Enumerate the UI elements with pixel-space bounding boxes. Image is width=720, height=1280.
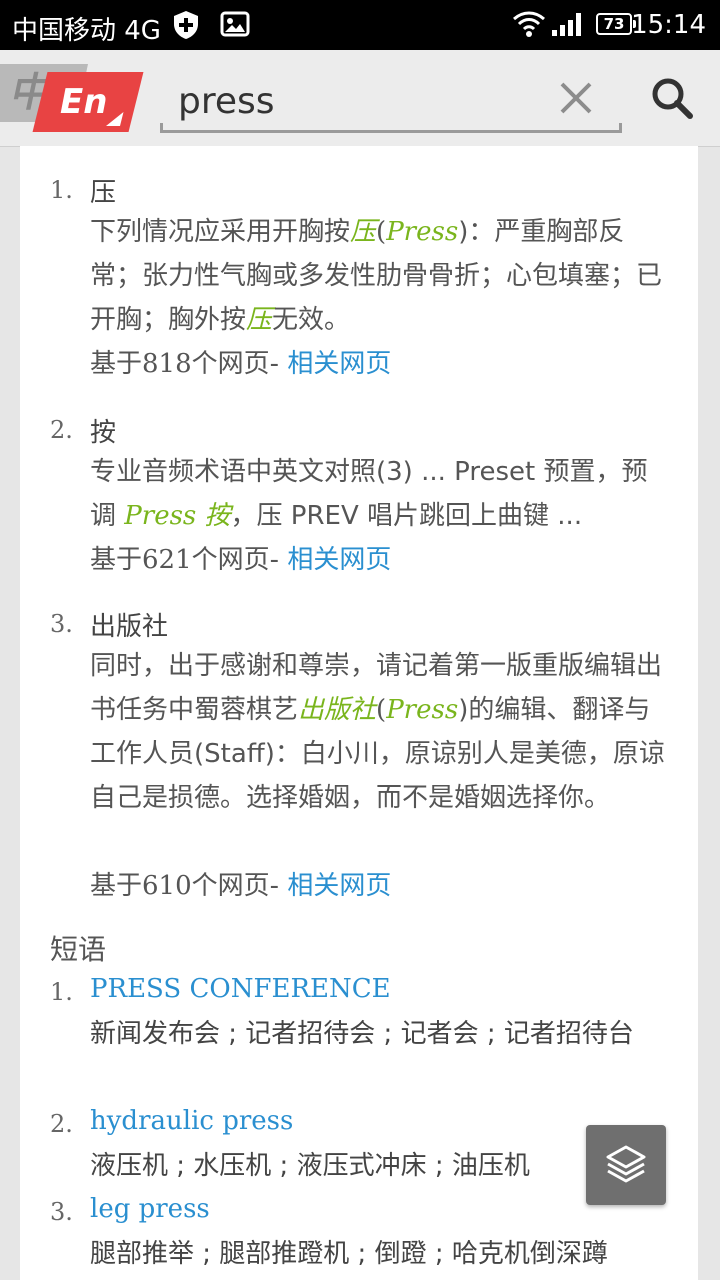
meta-suffix: 个网页- [191, 545, 280, 575]
search-box [160, 72, 622, 133]
meta-suffix: 个网页- [191, 349, 280, 379]
related-pages-link[interactable]: 相关网页 [287, 349, 391, 379]
meta-count: 621 [142, 545, 192, 575]
layers-icon [606, 1145, 646, 1183]
definition-number: 3. [50, 610, 73, 638]
phrase-number: 3. [50, 1198, 73, 1226]
source-meta: 基于818个网页- 相关网页 [90, 342, 670, 386]
example-highlight: Press 按 [124, 501, 231, 531]
phrase-link[interactable]: leg press [90, 1194, 210, 1224]
phrases-section-title: 短语 [50, 933, 107, 966]
related-pages-link[interactable]: 相关网页 [287, 545, 391, 575]
battery-indicator: 73 [596, 13, 636, 35]
example-text: 无效。 [272, 305, 351, 335]
meta-count: 818 [142, 349, 192, 379]
example-highlight: Press [386, 695, 459, 725]
definition-example: 同时，出于感谢和尊崇，请记着第一版重版编辑出书任务中蜀蓉棋艺出版社(Press)… [90, 644, 670, 820]
search-icon[interactable] [650, 76, 694, 120]
clock: 15:14 [631, 10, 706, 40]
lang-toggle-en[interactable]: En [32, 72, 144, 132]
status-bar: 中国移动 4G 73 15:14 [0, 0, 720, 50]
lang-toggle-en-label: En [60, 82, 108, 122]
carrier-label: 中国移动 4G [12, 16, 161, 46]
meta-prefix: 基于 [90, 545, 143, 575]
image-icon [220, 11, 250, 37]
layers-button[interactable] [586, 1125, 666, 1205]
example-text: ( [376, 217, 387, 247]
definition-head: 出版社 [90, 612, 169, 642]
shield-plus-icon [174, 11, 198, 39]
meta-prefix: 基于 [90, 871, 143, 901]
definition-head: 按 [90, 418, 117, 448]
example-highlight: Press [386, 217, 459, 247]
meta-count: 610 [142, 871, 192, 901]
definition-number: 1. [50, 176, 73, 204]
phrase-definition: 新闻发布会 ; 记者招待会 ; 记者会 ; 记者招待台 [90, 1019, 634, 1049]
phrase-link[interactable]: hydraulic press [90, 1106, 293, 1136]
example-text: 下列情况应采用开胸按 [90, 217, 351, 247]
phrase-number: 2. [50, 1110, 73, 1138]
example-highlight: 出版社 [298, 695, 377, 725]
meta-suffix: 个网页- [191, 871, 280, 901]
phrase-link[interactable]: PRESS CONFERENCE [90, 974, 391, 1004]
meta-prefix: 基于 [90, 349, 143, 379]
source-meta: 基于610个网页- 相关网页 [90, 864, 670, 908]
example-text: ( [376, 695, 387, 725]
example-text: ，压 PREV 唱片跳回上曲键 ... [230, 501, 583, 531]
related-pages-link[interactable]: 相关网页 [287, 871, 391, 901]
definition-example: 专业音频术语中英文对照(3) ... Preset 预置，预调 Press 按，… [90, 450, 670, 538]
example-highlight: 压 [350, 217, 377, 247]
definition-number: 2. [50, 416, 73, 444]
close-icon[interactable] [556, 78, 596, 118]
wifi-icon [513, 11, 545, 37]
signal-icon [552, 13, 581, 36]
results-card: 1. 压 下列情况应采用开胸按压(Press)：严重胸部反常；张力性气胸或多发性… [20, 146, 698, 1280]
search-input[interactable] [176, 72, 550, 130]
search-header: 中 En [0, 50, 720, 147]
definition-head: 压 [90, 178, 117, 208]
source-meta: 基于621个网页- 相关网页 [90, 538, 670, 582]
example-highlight: 压 [246, 305, 273, 335]
definition-example: 下列情况应采用开胸按压(Press)：严重胸部反常；张力性气胸或多发性肋骨骨折；… [90, 210, 670, 342]
phrase-definition: 腿部推举 ; 腿部推蹬机 ; 倒蹬 ; 哈克机倒深蹲 [90, 1239, 608, 1269]
phrase-number: 1. [50, 978, 73, 1006]
